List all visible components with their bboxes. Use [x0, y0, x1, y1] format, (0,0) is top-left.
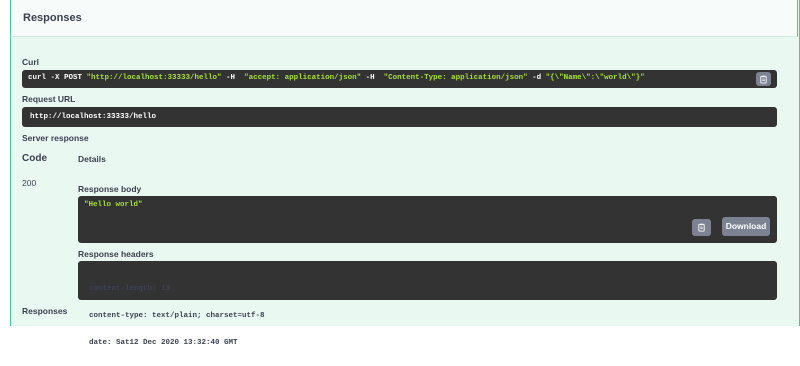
curl-segment: "http://localhost:33333/hello"	[86, 74, 222, 82]
code-column-header: Code	[22, 153, 47, 164]
header-line: content-type: text/plain; charset=utf-8	[89, 312, 265, 320]
response-headers-text: content-length: 13 content-type: text/pl…	[89, 267, 265, 366]
request-url-label: Request URL	[22, 94, 76, 104]
copy-curl-button[interactable]	[756, 72, 771, 86]
request-url-value: http://localhost:33333/hello	[30, 113, 157, 121]
header-line: date: Sat12 Dec 2020 13:32:40 GMT	[89, 339, 238, 347]
curl-command-text: curl -X POST "http://localhost:33333/hel…	[28, 74, 645, 82]
clipboard-icon	[760, 75, 767, 84]
curl-segment: "accept: application/json"	[244, 74, 362, 82]
response-body-label: Response body	[78, 184, 142, 194]
header-line: content-length: 13	[89, 285, 171, 293]
responses-title: Responses	[23, 12, 82, 24]
curl-command-box: curl -X POST "http://localhost:33333/hel…	[22, 70, 777, 88]
curl-segment: curl -X POST	[28, 74, 87, 82]
response-code: 200	[22, 178, 37, 188]
curl-segment: -H	[221, 74, 245, 82]
responses-footer-label: Responses	[22, 306, 68, 316]
response-headers-box: content-length: 13 content-type: text/pl…	[78, 261, 777, 347]
curl-segment: "{\"Name\":\"world\"}"	[545, 74, 645, 82]
copy-response-button[interactable]	[692, 219, 711, 236]
response-body-box: "Hello world" Download	[78, 196, 777, 243]
curl-segment: -d	[527, 74, 546, 82]
curl-label: Curl	[22, 57, 39, 67]
server-response-label: Server response	[22, 133, 89, 143]
curl-segment: -H	[361, 74, 384, 82]
clipboard-icon	[698, 223, 705, 232]
response-body-value: "Hello world"	[84, 201, 143, 209]
download-button[interactable]: Download	[722, 217, 770, 236]
curl-segment: "Content-Type: application/json"	[383, 74, 528, 82]
request-url-box: http://localhost:33333/hello	[22, 107, 777, 127]
details-column-header: Details	[78, 154, 106, 164]
response-headers-label: Response headers	[78, 249, 154, 259]
responses-header: Responses	[10, 0, 798, 37]
